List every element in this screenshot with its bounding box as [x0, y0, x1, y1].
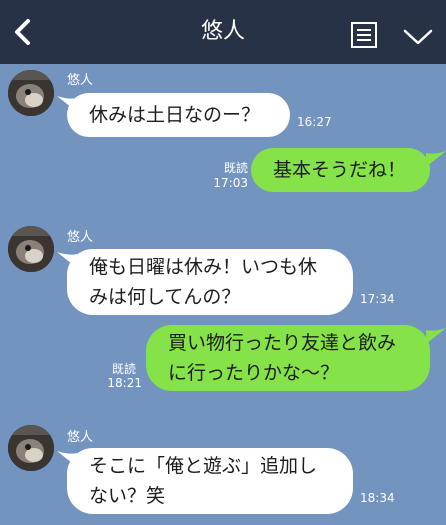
- avatar-photo-icon: [8, 226, 54, 272]
- chat-title: 悠人: [200, 19, 245, 44]
- message-time: 17:34: [360, 292, 395, 306]
- message-time: 18:21: [107, 376, 142, 390]
- chat-header: 悠人: [0, 0, 446, 64]
- message-time: 18:34: [360, 491, 395, 505]
- avatar-photo-icon: [8, 70, 54, 116]
- message-bubble-incoming[interactable]: そこに「俺と遊ぶ」追加し ない？笑: [67, 448, 353, 514]
- avatar[interactable]: [8, 70, 54, 116]
- note-list-icon[interactable]: [350, 21, 378, 49]
- sender-name: 悠人: [67, 230, 94, 245]
- bubble-tail: [426, 151, 446, 167]
- message-time: 16:27: [297, 115, 332, 129]
- avatar-photo-icon: [8, 425, 54, 471]
- message-bubble-incoming[interactable]: 休みは土日なのー？: [67, 93, 290, 137]
- bubble-tail: [426, 328, 446, 344]
- message-bubble-outgoing[interactable]: 基本そうだね！: [251, 148, 430, 192]
- avatar[interactable]: [8, 226, 54, 272]
- read-receipt: 既読: [111, 362, 136, 376]
- message-time: 17:03: [213, 176, 248, 190]
- read-receipt: 既読: [223, 161, 248, 175]
- chevron-left-icon[interactable]: [9, 18, 37, 46]
- sender-name: 悠人: [67, 430, 94, 445]
- message-bubble-outgoing[interactable]: 買い物行ったり友達と飲み に行ったりかな～？: [146, 325, 430, 391]
- avatar[interactable]: [8, 425, 54, 471]
- sender-name: 悠人: [67, 73, 94, 88]
- chevron-down-icon[interactable]: [402, 24, 434, 48]
- message-bubble-incoming[interactable]: 俺も日曜は休み！いつも休 みは何してんの？: [67, 249, 353, 315]
